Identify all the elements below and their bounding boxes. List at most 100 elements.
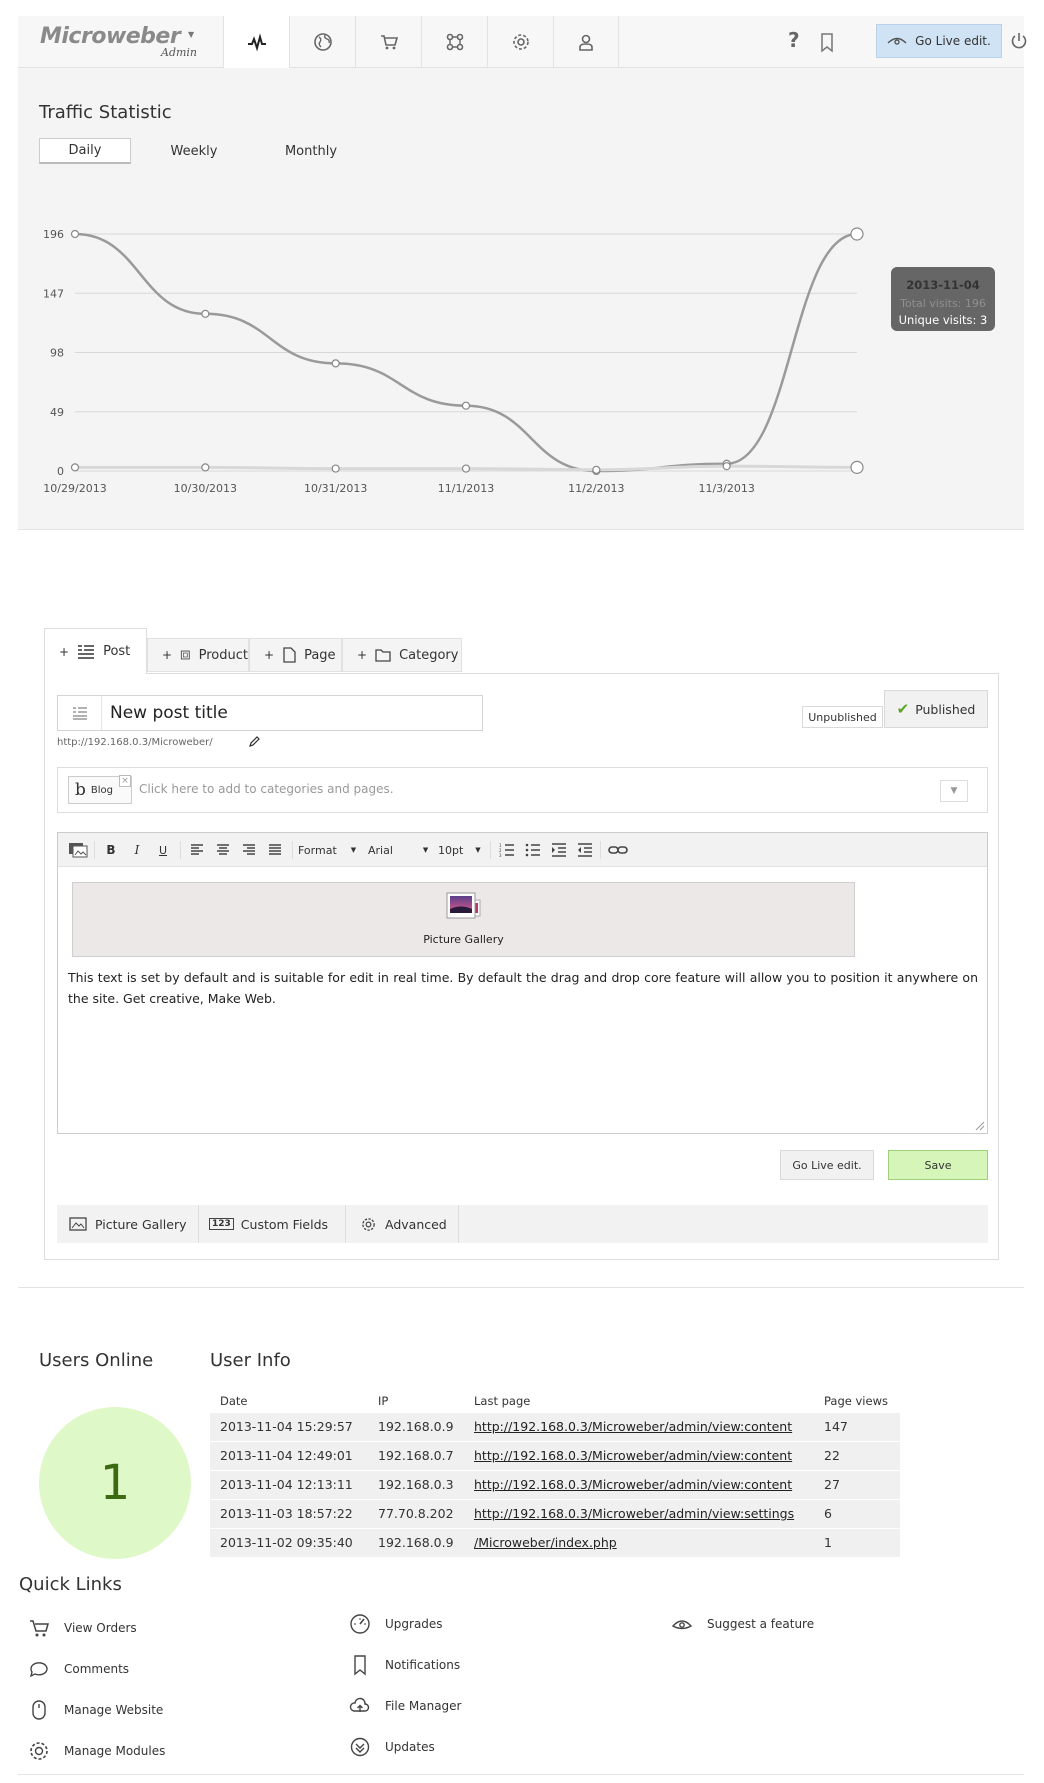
italic-button[interactable]: I bbox=[124, 833, 150, 867]
published-button[interactable]: ✔ Published bbox=[884, 690, 988, 728]
x-tick-label: 11/2/2013 bbox=[568, 482, 624, 495]
logo-subtitle: Admin bbox=[161, 46, 198, 59]
format-select[interactable]: Format ▼ bbox=[298, 833, 368, 867]
last-page-link[interactable]: http://192.168.0.3/Microweber/admin/view… bbox=[474, 1506, 794, 1521]
picture-gallery-label: Picture Gallery bbox=[423, 933, 504, 946]
font-select[interactable]: Arial ▼ bbox=[368, 833, 438, 867]
blog-icon: b bbox=[75, 780, 86, 800]
users-online-title: Users Online bbox=[39, 1350, 154, 1371]
nav-users[interactable] bbox=[553, 16, 619, 68]
table-row: 2013-11-04 12:49:01 192.168.0.7 http://1… bbox=[210, 1440, 900, 1470]
quick-link-upgrades[interactable]: Upgrades bbox=[349, 1613, 443, 1635]
data-point bbox=[331, 464, 340, 473]
y-tick-label: 196 bbox=[43, 228, 64, 241]
quick-link-suggest-feature[interactable]: Suggest a feature bbox=[671, 1613, 814, 1635]
font-select-label: Arial bbox=[368, 843, 393, 857]
last-page-link[interactable]: http://192.168.0.3/Microweber/admin/view… bbox=[474, 1419, 792, 1434]
cell-page-views: 1 bbox=[814, 1527, 900, 1557]
link-icon[interactable] bbox=[604, 833, 632, 867]
quick-link-notifications[interactable]: Notifications bbox=[349, 1654, 460, 1676]
go-live-edit-button-bottom[interactable]: Go Live edit. bbox=[780, 1150, 874, 1180]
outdent-icon[interactable] bbox=[572, 833, 598, 867]
tab-page-label: Page bbox=[304, 647, 336, 663]
tab-post[interactable]: + Post bbox=[44, 628, 147, 674]
tooltip-unique: Unique visits: 3 bbox=[899, 313, 988, 327]
quick-link-file-manager[interactable]: File Manager bbox=[349, 1695, 462, 1717]
chevron-down-icon: ▼ bbox=[422, 846, 429, 854]
categories-dropdown-button[interactable]: ▼ bbox=[940, 780, 968, 802]
nav-website[interactable] bbox=[289, 16, 355, 68]
nav-modules[interactable] bbox=[421, 16, 487, 68]
editor-bottom-tabs: Picture Gallery 123 Custom Fields Advanc… bbox=[57, 1205, 988, 1243]
align-left-icon[interactable] bbox=[184, 833, 210, 867]
bold-button[interactable]: B bbox=[98, 833, 124, 867]
nav-shop[interactable] bbox=[355, 16, 421, 68]
plus-icon: + bbox=[264, 648, 275, 662]
table-row: 2013-11-04 12:13:11 192.168.0.3 http://1… bbox=[210, 1469, 900, 1499]
divider bbox=[18, 1774, 1024, 1775]
categories-field[interactable]: b Blog × Click here to add to categories… bbox=[57, 767, 988, 813]
resize-handle-icon[interactable] bbox=[975, 1121, 985, 1131]
last-page-link[interactable]: /Microweber/index.php bbox=[474, 1535, 617, 1550]
help-icon[interactable]: ? bbox=[788, 28, 800, 52]
editor-body-text[interactable]: This text is set by default and is suita… bbox=[68, 967, 978, 1009]
page-icon bbox=[283, 647, 296, 663]
tab-monthly[interactable]: Monthly bbox=[266, 138, 356, 164]
unpublished-button[interactable]: Unpublished bbox=[802, 706, 883, 728]
quick-link-manage-modules[interactable]: Manage Modules bbox=[28, 1740, 165, 1762]
tab-category[interactable]: + Category bbox=[342, 638, 462, 672]
pulse-icon bbox=[247, 32, 266, 51]
tab-page[interactable]: + Page bbox=[249, 638, 342, 672]
size-select[interactable]: 10pt ▼ bbox=[438, 833, 488, 867]
quick-link-manage-website[interactable]: Manage Website bbox=[28, 1699, 163, 1721]
download-circle-icon bbox=[350, 1737, 370, 1757]
column-header-ip: IP bbox=[378, 1393, 389, 1408]
power-icon[interactable] bbox=[1010, 32, 1028, 50]
underline-button[interactable]: U bbox=[150, 833, 176, 867]
bookmark-icon[interactable] bbox=[820, 33, 834, 53]
tab-product-label: Product bbox=[198, 647, 248, 663]
tab-picture-gallery[interactable]: Picture Gallery bbox=[57, 1205, 199, 1243]
size-select-label: 10pt bbox=[438, 843, 464, 857]
tab-custom-fields[interactable]: 123 Custom Fields bbox=[200, 1205, 346, 1243]
last-page-link[interactable]: http://192.168.0.3/Microweber/admin/view… bbox=[474, 1477, 792, 1492]
quick-link-updates[interactable]: Updates bbox=[349, 1736, 435, 1758]
cell-ip: 192.168.0.9 bbox=[368, 1411, 464, 1441]
plus-icon: + bbox=[59, 644, 70, 659]
published-label: Published bbox=[915, 701, 976, 717]
y-tick-label: 147 bbox=[43, 287, 64, 300]
user-info-table: Date IP Last page Page views 2013-11-04 … bbox=[210, 1390, 900, 1557]
quick-link-comments[interactable]: Comments bbox=[28, 1658, 129, 1680]
quick-link-label: File Manager bbox=[385, 1699, 462, 1713]
align-right-icon[interactable] bbox=[236, 833, 262, 867]
data-point bbox=[70, 463, 80, 472]
last-page-link[interactable]: http://192.168.0.3/Microweber/admin/view… bbox=[474, 1448, 792, 1463]
save-button[interactable]: Save bbox=[888, 1150, 988, 1180]
mouse-icon bbox=[32, 1700, 46, 1720]
post-url[interactable]: http://192.168.0.3/Microweber/ bbox=[57, 737, 213, 748]
traffic-line-chart: 196 147 98 49 0 10/29/2013 10/30/2013 10/31/20… bbox=[43, 227, 995, 495]
tab-advanced[interactable]: Advanced bbox=[347, 1205, 459, 1243]
align-center-icon[interactable] bbox=[210, 833, 236, 867]
logo[interactable]: Microweber bbox=[40, 24, 181, 49]
picture-gallery-module[interactable]: Picture Gallery bbox=[72, 882, 855, 957]
tab-daily[interactable]: Daily bbox=[39, 138, 131, 164]
remove-tag-icon[interactable]: × bbox=[119, 775, 131, 787]
post-title-input[interactable] bbox=[108, 699, 478, 727]
quick-link-label: Manage Modules bbox=[64, 1744, 166, 1758]
nav-settings[interactable] bbox=[487, 16, 553, 68]
indent-icon[interactable] bbox=[546, 833, 572, 867]
tab-product[interactable]: + Product bbox=[147, 638, 249, 672]
cell-last-page: /Microweber/index.php bbox=[464, 1527, 814, 1557]
nav-dashboard[interactable] bbox=[223, 16, 289, 69]
ordered-list-icon[interactable]: 123 bbox=[494, 833, 520, 867]
tab-picture-gallery-label: Picture Gallery bbox=[95, 1216, 187, 1232]
align-justify-icon[interactable] bbox=[262, 833, 288, 867]
go-live-edit-button[interactable]: Go Live edit. bbox=[876, 24, 1002, 58]
chevron-down-icon[interactable]: ▼ bbox=[188, 30, 194, 39]
bullet-list-icon[interactable] bbox=[520, 833, 546, 867]
quick-link-view-orders[interactable]: View Orders bbox=[28, 1617, 137, 1639]
insert-image-icon[interactable] bbox=[66, 833, 90, 867]
pencil-icon[interactable] bbox=[248, 736, 260, 748]
tab-weekly[interactable]: Weekly bbox=[158, 138, 230, 164]
